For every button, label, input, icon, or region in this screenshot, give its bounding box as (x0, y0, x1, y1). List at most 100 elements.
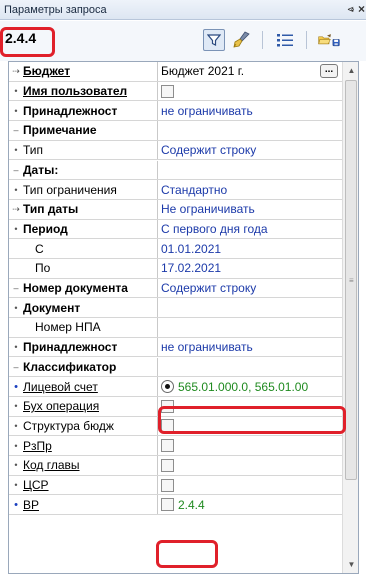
row-value-cell[interactable] (159, 161, 342, 180)
row-value-cell[interactable]: Стандартно (159, 180, 342, 199)
grid-row[interactable]: • Имя пользовател (9, 81, 342, 102)
row-value-cell[interactable]: Не ограничивать (159, 200, 342, 219)
row-name-cell: • Тип (9, 140, 158, 160)
grid-row[interactable]: • Тип Содержит строку (9, 140, 342, 161)
grid-row[interactable]: С 01.01.2021 (9, 239, 342, 259)
row-marker-icon: • (14, 302, 18, 313)
row-name-cell: – Номер документа (9, 278, 158, 298)
row-name-label: Бух операция (23, 399, 100, 414)
row-value-text: Стандартно (161, 182, 228, 197)
filter-button[interactable] (203, 29, 225, 51)
grid-row[interactable]: • Тип ограничения Стандартно (9, 180, 342, 200)
checkbox[interactable] (161, 399, 174, 413)
radio-selected[interactable] (161, 380, 174, 394)
row-name-cell: • ЦСР (9, 475, 158, 495)
row-marker-icon: – (13, 361, 19, 372)
row-name-cell: • Код главы (9, 456, 158, 475)
grid-row[interactable]: Номер НПА (9, 318, 342, 338)
row-name-cell: • РзПр (9, 436, 158, 455)
row-name-label: Номер НПА (35, 320, 101, 335)
grid-row[interactable]: • Документ (9, 298, 342, 319)
clear-button[interactable] (230, 29, 252, 51)
row-value-cell[interactable]: Содержит строку (159, 279, 342, 298)
row-value-cell[interactable] (159, 121, 342, 140)
checkbox[interactable] (161, 478, 174, 492)
scroll-up-icon[interactable]: ▲ (343, 62, 358, 79)
row-name-label: Имя пользовател (23, 84, 128, 99)
row-value-cell[interactable]: не ограничивать (159, 101, 342, 120)
row-value-text: Не ограничивать (161, 202, 255, 217)
row-value-cell[interactable]: 2.4.4 (159, 495, 342, 514)
row-name-label: Тип (23, 143, 44, 158)
row-value-cell[interactable]: Бюджет 2021 г.... (159, 62, 342, 81)
row-name-cell: • Структура бюдж (9, 416, 158, 436)
grid-row[interactable]: – Примечание (9, 121, 342, 141)
row-value-cell[interactable] (159, 318, 342, 337)
grid-row[interactable]: • Период С первого дня года (9, 219, 342, 240)
row-name-label: Даты: (23, 162, 59, 177)
row-name-cell: • Принадлежност (9, 337, 158, 357)
filter-icon (207, 34, 221, 46)
grid-row[interactable]: • Принадлежност не ограничивать (9, 337, 342, 358)
row-marker-icon: • (14, 184, 18, 195)
row-marker-icon: • (14, 401, 18, 412)
grid-row[interactable]: ⇢ Тип даты Не ограничивать (9, 199, 342, 220)
row-name-cell: • Имя пользовател (9, 81, 158, 101)
checkbox[interactable] (161, 439, 174, 453)
row-value-cell[interactable]: Содержит строку (159, 141, 342, 160)
scroll-thumb[interactable]: ≡ (345, 80, 357, 480)
row-name-cell: Номер НПА (9, 318, 158, 337)
row-value-cell[interactable] (159, 397, 342, 416)
grid-row[interactable]: • Лицевой счет 565.01.000.0, 565.01.00 (9, 377, 342, 397)
grid-row[interactable]: • Код главы (9, 456, 342, 476)
row-value-cell[interactable] (159, 436, 342, 455)
pin-icon[interactable]: ⩹ (348, 3, 354, 16)
grid-row[interactable]: • Бух операция (9, 396, 342, 417)
scroll-down-icon[interactable]: ▼ (343, 556, 358, 573)
row-marker-icon: • (14, 145, 18, 156)
row-value-cell[interactable] (159, 417, 342, 436)
code-label: 2.4.4 (5, 30, 37, 46)
checkbox[interactable] (161, 419, 174, 433)
grid-row[interactable]: – Даты: (9, 160, 342, 181)
row-value-text: 565.01.000.0, 565.01.00 (178, 379, 309, 394)
row-value-cell[interactable] (159, 358, 342, 377)
ellipsis-button[interactable]: ... (320, 64, 338, 78)
grid-row[interactable]: – Номер документа Содержит строку (9, 278, 342, 299)
row-name-label: РзПр (23, 438, 52, 453)
checkbox[interactable] (161, 498, 174, 512)
grid-row[interactable]: • Принадлежност не ограничивать (9, 101, 342, 122)
row-value-cell[interactable]: 01.01.2021 (159, 239, 342, 258)
row-value-cell[interactable]: 565.01.000.0, 565.01.00 (159, 377, 342, 396)
row-value-cell[interactable]: С первого дня года (159, 220, 342, 239)
close-icon[interactable]: × (358, 2, 365, 16)
row-marker-icon: • (14, 223, 18, 234)
grid-row[interactable]: • Структура бюдж (9, 416, 342, 437)
row-marker-icon: ⇢ (12, 65, 20, 76)
grid-row[interactable]: По 17.02.2021 (9, 259, 342, 279)
row-value-cell[interactable] (159, 476, 342, 495)
row-value-cell[interactable] (159, 298, 342, 317)
row-name-label: Тип ограничения (23, 182, 117, 197)
row-value-cell[interactable]: не ограничивать (159, 338, 342, 357)
row-value-text: не ограничивать (161, 103, 253, 118)
checkbox[interactable] (161, 84, 174, 98)
list-button[interactable] (274, 29, 296, 51)
grid-row[interactable]: • РзПр (9, 436, 342, 456)
panel-title: Параметры запроса (4, 3, 107, 16)
checkbox[interactable] (161, 458, 174, 472)
grid-row[interactable]: ⇢ Бюджет Бюджет 2021 г.... (9, 62, 342, 82)
vertical-scrollbar[interactable]: ▲ ≡ ▼ (342, 62, 358, 573)
row-value-cell[interactable] (159, 82, 342, 101)
grid-row[interactable]: • ВР 2.4.4 (9, 495, 342, 516)
toolbar: 2.4.4 (0, 21, 366, 61)
grid-row[interactable]: • ЦСР (9, 475, 342, 496)
grid-row[interactable]: – Классификатор (9, 357, 342, 378)
grip-icon: ≡ (349, 276, 354, 285)
row-marker-icon: • (14, 380, 18, 393)
panel-titlebar: Параметры запроса ⩹ × (0, 0, 366, 20)
open-save-button[interactable] (318, 29, 340, 51)
row-value-cell[interactable] (159, 456, 342, 475)
row-value-cell[interactable]: 17.02.2021 (159, 259, 342, 278)
row-value-text: Бюджет 2021 г. (161, 64, 245, 79)
